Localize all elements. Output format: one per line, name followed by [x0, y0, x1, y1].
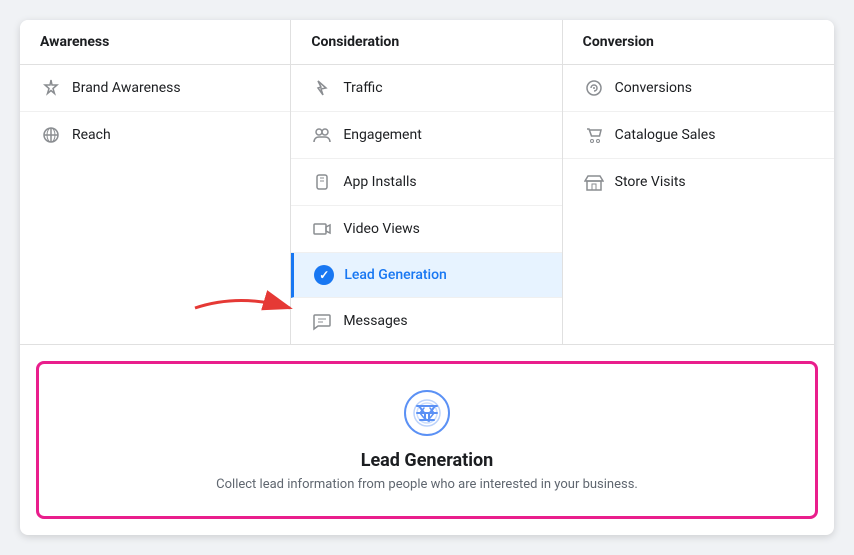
- conversions-icon: [583, 77, 605, 99]
- conversions-item[interactable]: Conversions: [563, 65, 834, 112]
- traffic-icon: [311, 77, 333, 99]
- campaign-objective-modal: Awareness Brand Awareness: [20, 20, 834, 535]
- lead-generation-label: Lead Generation: [344, 267, 447, 283]
- detail-panel: Lead Generation Collect lead information…: [36, 361, 818, 519]
- detail-panel-icon: [402, 388, 452, 438]
- store-visits-icon: [583, 171, 605, 193]
- app-installs-label: App Installs: [343, 174, 416, 190]
- conversion-column: Conversion Conversions: [563, 20, 834, 344]
- video-views-icon: [311, 218, 333, 240]
- objective-grid: Awareness Brand Awareness: [20, 20, 834, 345]
- engagement-item[interactable]: Engagement: [291, 112, 561, 159]
- messages-icon: [311, 310, 333, 332]
- brand-awareness-item[interactable]: Brand Awareness: [20, 65, 290, 112]
- consideration-column: Consideration Traffic: [291, 20, 562, 344]
- catalogue-sales-item[interactable]: Catalogue Sales: [563, 112, 834, 159]
- video-views-item[interactable]: Video Views: [291, 206, 561, 253]
- engagement-label: Engagement: [343, 127, 421, 143]
- conversions-label: Conversions: [615, 80, 692, 96]
- conversion-header: Conversion: [563, 20, 834, 65]
- traffic-item[interactable]: Traffic: [291, 65, 561, 112]
- app-installs-icon: [311, 171, 333, 193]
- engagement-icon: [311, 124, 333, 146]
- traffic-label: Traffic: [343, 80, 382, 96]
- awareness-header: Awareness: [20, 20, 290, 65]
- brand-awareness-icon: [40, 77, 62, 99]
- lead-generation-check-icon: [314, 265, 334, 285]
- store-visits-item[interactable]: Store Visits: [563, 159, 834, 205]
- detail-description: Collect lead information from people who…: [216, 477, 638, 492]
- reach-label: Reach: [72, 127, 111, 143]
- messages-label: Messages: [343, 313, 407, 329]
- messages-item[interactable]: Messages: [291, 298, 561, 344]
- reach-item[interactable]: Reach: [20, 112, 290, 158]
- detail-title: Lead Generation: [361, 450, 494, 471]
- catalogue-sales-icon: [583, 124, 605, 146]
- brand-awareness-label: Brand Awareness: [72, 80, 181, 96]
- awareness-column: Awareness Brand Awareness: [20, 20, 291, 344]
- store-visits-label: Store Visits: [615, 174, 686, 190]
- catalogue-sales-label: Catalogue Sales: [615, 127, 716, 143]
- video-views-label: Video Views: [343, 221, 420, 237]
- app-installs-item[interactable]: App Installs: [291, 159, 561, 206]
- lead-generation-item[interactable]: Lead Generation: [291, 253, 561, 298]
- consideration-header: Consideration: [291, 20, 561, 65]
- reach-icon: [40, 124, 62, 146]
